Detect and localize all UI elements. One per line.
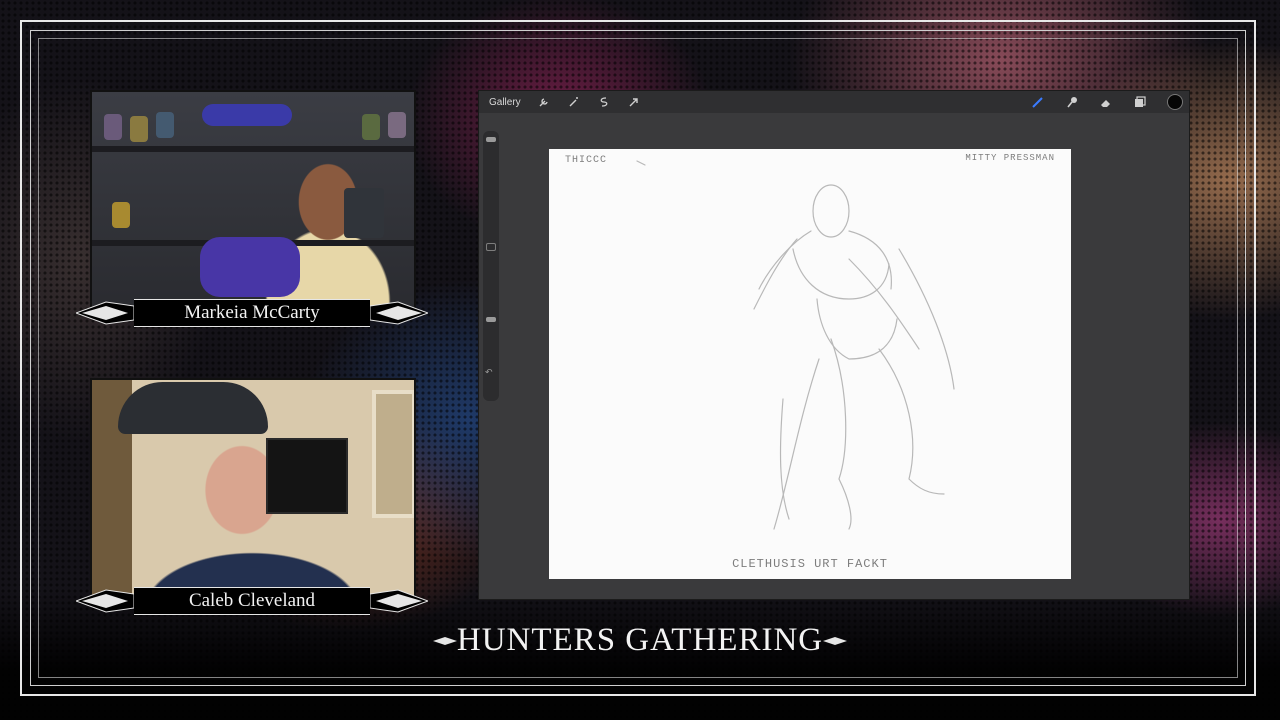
brush-icon[interactable]: [1031, 95, 1045, 109]
drawing-app-window: Gallery ↶ THICCC MITTY PRESSMAN CLETHUSI…: [478, 90, 1190, 600]
figure: [362, 114, 380, 140]
brush-sidebar: ↶: [483, 131, 499, 401]
participant-name-2: Caleb Cleveland: [134, 587, 370, 615]
poster: [344, 188, 384, 238]
selection-icon[interactable]: [597, 95, 611, 109]
opacity-slider[interactable]: [486, 317, 496, 322]
nameplate-2: Caleb Cleveland: [76, 587, 428, 615]
app-toolbar: Gallery: [479, 91, 1189, 113]
smudge-icon[interactable]: [1065, 95, 1079, 109]
layers-icon[interactable]: [1133, 95, 1147, 109]
move-arrow-icon[interactable]: [627, 95, 641, 109]
wrench-icon[interactable]: [537, 95, 551, 109]
figure-sketch: [636, 160, 955, 530]
modify-button[interactable]: [486, 243, 496, 251]
wall-tv: [266, 438, 348, 514]
brush-size-slider[interactable]: [486, 137, 496, 142]
nameplate-1: Markeia McCarty: [76, 299, 428, 327]
shelf: [92, 146, 414, 152]
show-title-bar: HUNTERS GATHERING: [0, 622, 1280, 659]
nameplate-wing-right: [370, 588, 428, 614]
color-swatch[interactable]: [1167, 94, 1183, 110]
nameplate-wing-right: [370, 300, 428, 326]
undo-icon[interactable]: ↶: [485, 367, 493, 378]
figure: [104, 114, 122, 140]
drawing-canvas[interactable]: THICCC MITTY PRESSMAN CLETHUSIS URT FACK…: [549, 149, 1071, 579]
figure: [112, 202, 130, 228]
figure: [130, 116, 148, 142]
title-ornament-right-icon: [823, 636, 848, 645]
title-ornament-left-icon: [432, 636, 457, 645]
wall-frame: [372, 390, 414, 518]
eraser-icon[interactable]: [1099, 95, 1113, 109]
magic-wand-icon[interactable]: [567, 95, 581, 109]
baseball-cap: [118, 382, 268, 434]
webcam-feed-2: [90, 378, 416, 600]
nameplate-wing-left: [76, 300, 134, 326]
webcam-feed-1: [90, 90, 416, 312]
figure: [388, 112, 406, 138]
nameplate-wing-left: [76, 588, 134, 614]
necklace: [200, 237, 300, 297]
toolbar-right-group: [1031, 94, 1183, 110]
figure: [156, 112, 174, 138]
gallery-button[interactable]: Gallery: [489, 97, 521, 108]
show-title: HUNTERS GATHERING: [456, 622, 824, 658]
participant-name-1: Markeia McCarty: [134, 299, 370, 327]
headband: [202, 104, 292, 126]
